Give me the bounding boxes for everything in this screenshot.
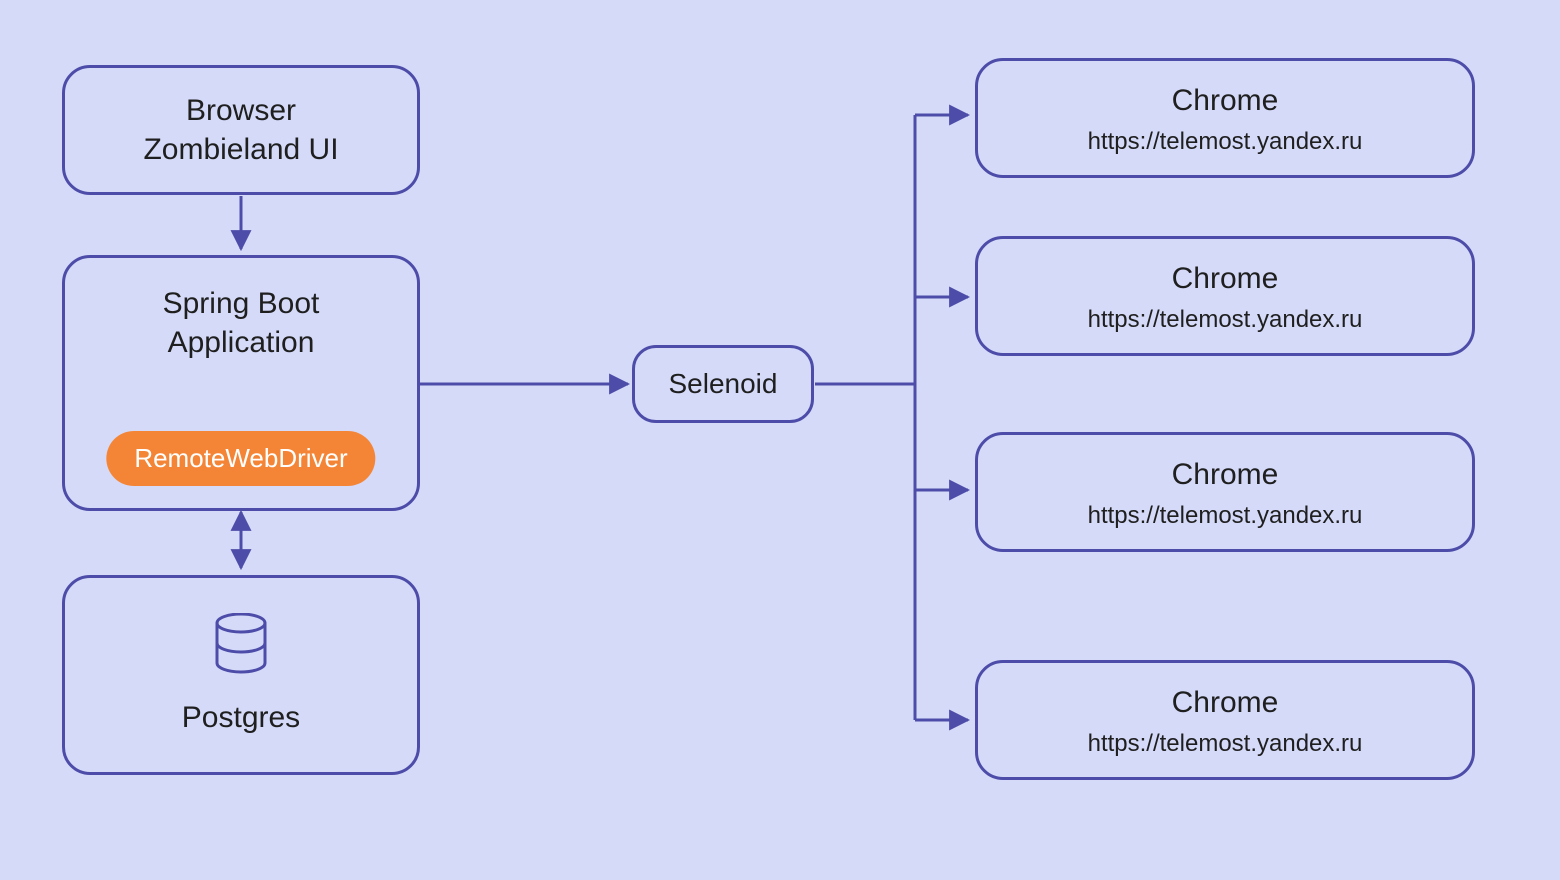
- browser-title-line1: Browser: [186, 91, 296, 130]
- pill-label: RemoteWebDriver: [134, 443, 347, 473]
- node-chrome-2: Chrome https://telemost.yandex.ru: [975, 432, 1475, 552]
- node-browser: Browser Zombieland UI: [62, 65, 420, 195]
- selenoid-label: Selenoid: [669, 366, 778, 402]
- node-chrome-3: Chrome https://telemost.yandex.ru: [975, 660, 1475, 780]
- chrome-title: Chrome: [1172, 455, 1279, 494]
- pill-remote-web-driver: RemoteWebDriver: [106, 431, 375, 486]
- chrome-url: https://telemost.yandex.ru: [1088, 128, 1363, 156]
- chrome-title: Chrome: [1172, 81, 1279, 120]
- diagram-canvas: Browser Zombieland UI Spring Boot Applic…: [0, 0, 1560, 880]
- database-icon: [211, 613, 271, 680]
- node-spring-boot: Spring Boot Application RemoteWebDriver: [62, 255, 420, 511]
- chrome-title: Chrome: [1172, 259, 1279, 298]
- chrome-url: https://telemost.yandex.ru: [1088, 730, 1363, 758]
- node-postgres: Postgres: [62, 575, 420, 775]
- chrome-title: Chrome: [1172, 683, 1279, 722]
- node-chrome-1: Chrome https://telemost.yandex.ru: [975, 236, 1475, 356]
- chrome-url: https://telemost.yandex.ru: [1088, 502, 1363, 530]
- node-selenoid: Selenoid: [632, 345, 814, 423]
- postgres-label: Postgres: [182, 698, 300, 737]
- browser-title-line2: Zombieland UI: [143, 130, 338, 169]
- chrome-url: https://telemost.yandex.ru: [1088, 306, 1363, 334]
- spring-title-line2: Application: [168, 323, 315, 362]
- spring-title-line1: Spring Boot: [163, 284, 320, 323]
- node-chrome-0: Chrome https://telemost.yandex.ru: [975, 58, 1475, 178]
